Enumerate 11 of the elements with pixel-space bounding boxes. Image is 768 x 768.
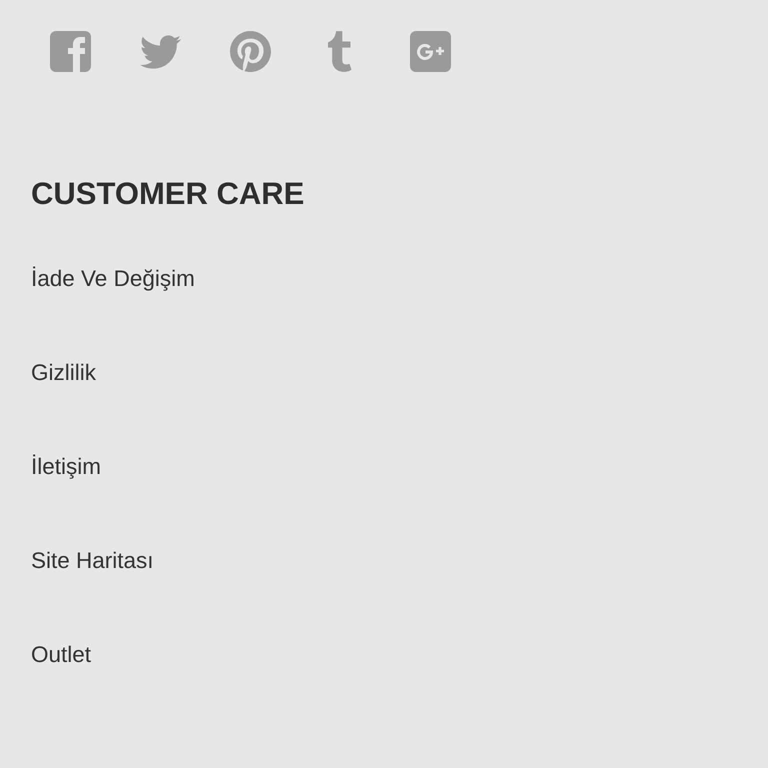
google-plus-icon[interactable] — [410, 31, 451, 72]
section-heading: CUSTOMER CARE — [31, 176, 304, 212]
tumblr-icon[interactable] — [328, 31, 353, 72]
footer-link[interactable]: İletişim — [31, 453, 102, 480]
footer-link[interactable]: İade Ve Değişim — [31, 265, 195, 292]
pinterest-icon[interactable] — [230, 31, 271, 72]
footer-link[interactable]: Outlet — [31, 641, 92, 668]
footer-link[interactable]: Gizlilik — [31, 359, 96, 386]
facebook-icon[interactable] — [50, 31, 91, 72]
footer-link[interactable]: Site Haritası — [31, 547, 154, 574]
bird-icon[interactable] — [140, 34, 181, 68]
